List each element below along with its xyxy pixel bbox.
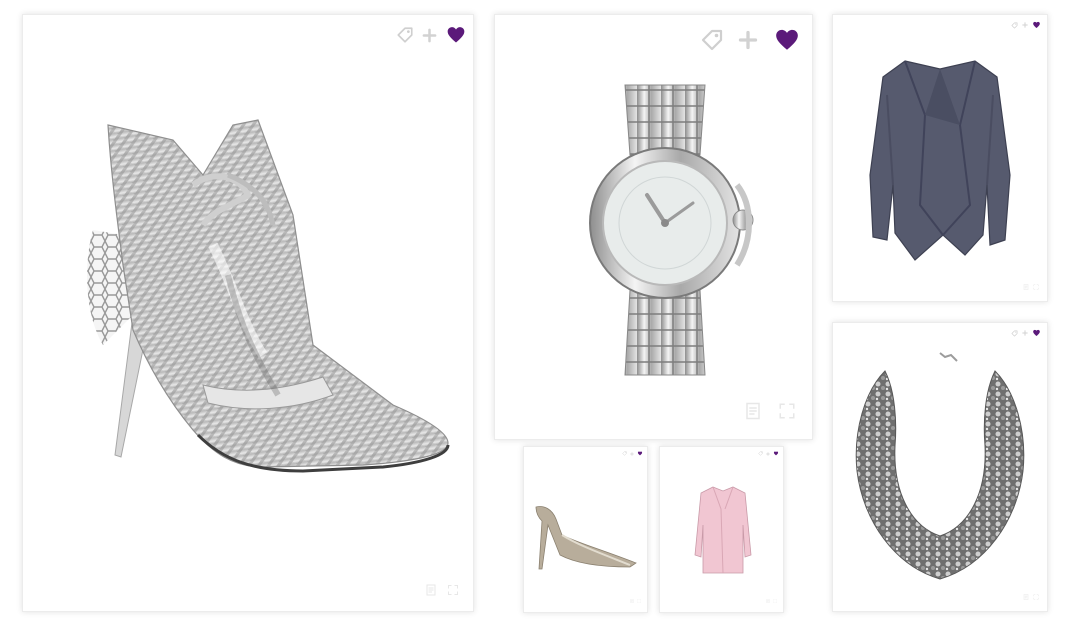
- beige-pointed-pump-image[interactable]: [530, 503, 640, 573]
- pink-coat-image[interactable]: [693, 485, 753, 577]
- document-icon[interactable]: [630, 590, 634, 608]
- chunky-chain-necklace-image[interactable]: [845, 351, 1035, 591]
- plus-icon[interactable]: [422, 28, 437, 43]
- document-icon[interactable]: [1023, 587, 1029, 605]
- document-icon[interactable]: [744, 402, 762, 425]
- plus-icon[interactable]: [1022, 330, 1028, 336]
- expand-icon[interactable]: [773, 590, 777, 608]
- expand-icon[interactable]: [1033, 587, 1039, 605]
- document-icon[interactable]: [1023, 277, 1029, 295]
- heart-icon[interactable]: [637, 451, 643, 456]
- heart-icon[interactable]: [773, 451, 779, 456]
- tag-icon[interactable]: [622, 451, 627, 456]
- expand-icon[interactable]: [778, 402, 796, 425]
- expand-icon[interactable]: [447, 583, 459, 601]
- tag-icon[interactable]: [758, 451, 763, 456]
- product-card-pump[interactable]: [523, 446, 648, 613]
- plus-icon[interactable]: [738, 30, 758, 50]
- product-card-coat[interactable]: [659, 446, 784, 613]
- document-icon[interactable]: [425, 583, 437, 601]
- plus-icon[interactable]: [1022, 22, 1028, 28]
- slate-draped-jacket-image[interactable]: [865, 55, 1015, 265]
- product-card-necklace[interactable]: [832, 322, 1048, 612]
- product-card-watch[interactable]: [494, 14, 813, 440]
- expand-icon[interactable]: [1033, 277, 1039, 295]
- heart-icon[interactable]: [445, 25, 467, 45]
- expand-icon[interactable]: [637, 590, 641, 608]
- silver-stiletto-ankle-boot-image[interactable]: [63, 115, 474, 485]
- product-card-jacket[interactable]: [832, 14, 1048, 302]
- product-card-boot[interactable]: [22, 14, 474, 612]
- plus-icon[interactable]: [630, 452, 634, 456]
- tag-icon[interactable]: [700, 28, 724, 52]
- tag-icon[interactable]: [1011, 22, 1018, 29]
- tag-icon[interactable]: [396, 26, 414, 44]
- heart-icon[interactable]: [772, 27, 802, 53]
- silver-wristwatch-image[interactable]: [565, 75, 765, 385]
- document-icon[interactable]: [766, 590, 770, 608]
- plus-icon[interactable]: [766, 452, 770, 456]
- heart-icon[interactable]: [1032, 329, 1041, 337]
- heart-icon[interactable]: [1032, 21, 1041, 29]
- tag-icon[interactable]: [1011, 330, 1018, 337]
